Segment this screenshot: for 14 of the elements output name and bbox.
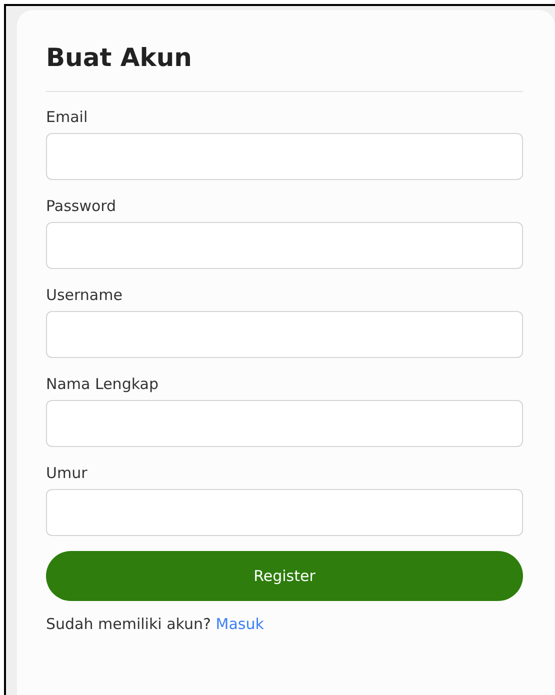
form-title: Buat Akun <box>46 42 193 74</box>
field-label: Umur <box>46 463 88 484</box>
input-field[interactable] <box>46 489 523 536</box>
field-label: Nama Lengkap <box>46 374 160 395</box>
login-link[interactable]: Masuk <box>216 615 264 633</box>
field-label: Password <box>46 196 118 217</box>
input-field[interactable] <box>46 400 523 447</box>
input-field[interactable] <box>46 311 523 358</box>
field-label: Email <box>46 107 89 128</box>
input-field[interactable] <box>46 133 523 180</box>
field-label: Username <box>46 285 124 306</box>
register-button[interactable]: Register <box>46 551 523 601</box>
login-prompt: Sudah memiliki akun? Masuk <box>46 615 265 633</box>
input-field[interactable] <box>46 222 523 269</box>
